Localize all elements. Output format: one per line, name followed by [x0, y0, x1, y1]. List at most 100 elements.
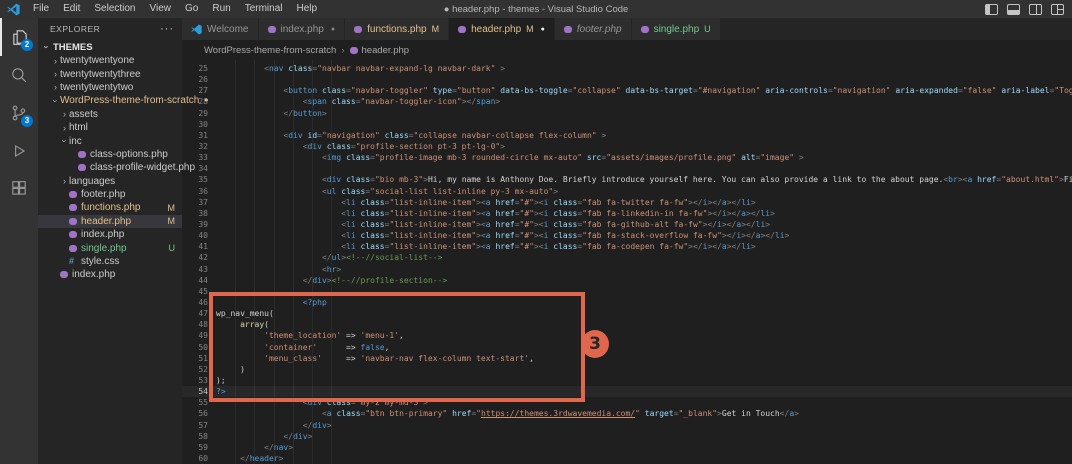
tree-item-header-php[interactable]: header.php M	[38, 214, 182, 229]
code-line-38[interactable]: 38 <li class="list-inline-item"><a href=…	[182, 208, 1072, 219]
code-line-25[interactable]: 25 <nav class="navbar navbar-expand-lg n…	[182, 63, 1072, 74]
code-line-43[interactable]: 43 <hr>	[182, 264, 1072, 275]
tree-item-languages[interactable]: › languages	[38, 175, 182, 188]
tree-item-class-options-php[interactable]: class-options.php	[38, 148, 182, 161]
code-line-55[interactable]: 55 <div class="my-2 my-md-3">	[182, 397, 1072, 408]
code-line-35[interactable]: 35 <div class="bio mb-3">Hi, my name is …	[182, 174, 1072, 185]
code-line-60[interactable]: 60 </header>	[182, 453, 1072, 464]
tree-item-twentytwentytwo[interactable]: › twentytwentytwo	[38, 81, 182, 94]
tree-item-class-profile-widget-php[interactable]: class-profile-widget.php	[38, 161, 195, 174]
breadcrumb-folder[interactable]: WordPress-theme-from-scratch	[204, 45, 336, 56]
code-line-44[interactable]: 44 </div><!--//profile-section-->	[182, 275, 1072, 286]
code-line-37[interactable]: 37 <li class="list-inline-item"><a href=…	[182, 197, 1072, 208]
code-line-26[interactable]: 26	[182, 74, 1072, 85]
line-number: 44	[198, 275, 208, 285]
tab-functions-php[interactable]: functions.php M	[345, 18, 450, 40]
code-text: <div class="my-2 my-md-3">	[216, 398, 428, 408]
code-line-29[interactable]: 29 </button>	[182, 108, 1072, 119]
tree-item-assets[interactable]: › assets	[38, 108, 182, 121]
layout-sidebar-left-icon[interactable]	[985, 3, 998, 15]
tree-item-twentytwentyone[interactable]: › twentytwentyone	[38, 54, 182, 67]
code-line-45[interactable]: 45	[182, 286, 1072, 297]
tab-header-php[interactable]: header.php M ●	[449, 18, 555, 40]
tree-item-footer-php[interactable]: footer.php	[38, 188, 182, 201]
code-line-34[interactable]: 34	[182, 163, 1072, 174]
code-line-48[interactable]: 48 array(	[182, 319, 1072, 330]
activity-search[interactable]	[0, 56, 38, 94]
layout-customize-icon[interactable]	[1051, 3, 1064, 15]
code-line-58[interactable]: 58 </div>	[182, 431, 1072, 442]
code-line-30[interactable]: 30	[182, 119, 1072, 130]
menu-run[interactable]: Run	[205, 0, 237, 18]
section-themes[interactable]: › THEMES	[38, 40, 182, 54]
line-number: 47	[198, 309, 208, 319]
tree-item-label: class-profile-widget.php	[90, 162, 196, 174]
code-line-57[interactable]: 57 </div>	[182, 420, 1072, 431]
menu-selection[interactable]: Selection	[87, 0, 142, 18]
code-line-41[interactable]: 41 <li class="list-inline-item"><a href=…	[182, 241, 1072, 252]
code-line-59[interactable]: 59 </nav>	[182, 442, 1072, 453]
tab-single-php[interactable]: single.php U	[631, 18, 721, 40]
activity-explorer[interactable]: 2	[0, 18, 38, 56]
menu-help[interactable]: Help	[290, 0, 325, 18]
tab-label: header.php	[471, 23, 522, 35]
tab-footer-php[interactable]: footer.php	[554, 18, 632, 40]
code-text: </button>	[216, 108, 327, 118]
code-line-28[interactable]: 28 <span class="navbar-toggler-icon"></s…	[182, 96, 1072, 107]
title-bar: File Edit Selection View Go Run Terminal Help ●…	[0, 0, 1072, 18]
tree-item-style-css[interactable]: # style.css	[38, 255, 182, 268]
unsaved-dot-icon[interactable]: ●	[541, 26, 545, 33]
tab-welcome[interactable]: Welcome	[182, 18, 259, 40]
code-area[interactable]: 25 <nav class="navbar navbar-expand-lg n…	[182, 60, 1072, 464]
code-line-52[interactable]: 52 )	[182, 364, 1072, 375]
breadcrumb-file[interactable]: header.php	[362, 45, 410, 56]
menu-go[interactable]: Go	[178, 0, 205, 18]
code-line-50[interactable]: 50 'container' => false,	[182, 342, 1072, 353]
menu-view[interactable]: View	[143, 0, 179, 18]
css-file-icon: #	[69, 256, 75, 267]
code-line-32[interactable]: 32 <div class="profile-section pt-3 pt-l…	[182, 141, 1072, 152]
code-lines: 25 <nav class="navbar navbar-expand-lg n…	[182, 63, 1072, 464]
tab-index-php[interactable]: index.php ●	[258, 18, 346, 40]
code-text: <nav class="navbar navbar-expand-lg navb…	[216, 64, 506, 73]
code-line-53[interactable]: 53);	[182, 375, 1072, 386]
activity-extensions[interactable]	[0, 170, 38, 208]
tree-item-wordpress-theme-from-scratch[interactable]: › WordPress-theme-from-scratch ●	[38, 94, 209, 107]
php-file-icon	[69, 244, 77, 252]
code-line-54[interactable]: 54 ?>	[182, 386, 1072, 398]
code-line-56[interactable]: 56 <a class="btn btn-primary" href="http…	[182, 408, 1072, 419]
tree-item-single-php[interactable]: single.php U	[38, 241, 182, 254]
code-line-27[interactable]: 27 <button class="navbar-toggler" type="…	[182, 85, 1072, 96]
layout-panel-icon[interactable]	[1007, 3, 1020, 15]
code-line-36[interactable]: 36 <ul class="social-list list-inline py…	[182, 186, 1072, 197]
tree-item-twentytwentythree[interactable]: › twentytwentythree	[38, 67, 182, 80]
menu-terminal[interactable]: Terminal	[238, 0, 290, 18]
explorer-sidebar: EXPLORER ··· › THEMES › twentytwentyone › t…	[38, 18, 209, 464]
more-actions-icon[interactable]: ···	[160, 23, 174, 35]
code-line-39[interactable]: 39 <li class="list-inline-item"><a href=…	[182, 219, 1072, 230]
code-line-33[interactable]: 33 <img class="profile-image mb-3 rounde…	[182, 152, 1072, 163]
explorer-badge: 2	[21, 39, 33, 51]
tree-item-index-php[interactable]: index.php	[38, 228, 182, 241]
code-line-42[interactable]: 42 </ul><!--//social-list-->	[182, 252, 1072, 263]
code-line-49[interactable]: 49 'theme_location' => 'menu-1',	[182, 330, 1072, 341]
code-line-46[interactable]: 46 <?php	[182, 297, 1072, 308]
code-line-40[interactable]: 40 <li class="list-inline-item"><a href=…	[182, 230, 1072, 241]
tree-item-html[interactable]: › html	[38, 121, 182, 134]
menu-file[interactable]: File	[26, 0, 56, 18]
code-line-51[interactable]: 51 'menu_class' => 'navbar-nav flex-colu…	[182, 353, 1072, 364]
tree-item-inc[interactable]: › inc	[38, 134, 182, 147]
tree-item-functions-php[interactable]: functions.php M	[38, 201, 182, 214]
code-line-31[interactable]: 31 <div id="navigation" class="collapse …	[182, 130, 1072, 141]
line-number: 50	[198, 342, 208, 352]
code-line-47[interactable]: 47 wp_nav_menu(	[182, 308, 1072, 319]
activity-source-control[interactable]: 3	[0, 94, 38, 132]
menu-edit[interactable]: Edit	[56, 0, 87, 18]
tree-item-index-php[interactable]: index.php	[38, 268, 182, 281]
layout-sidebar-right-icon[interactable]	[1029, 3, 1042, 15]
activity-run-debug[interactable]	[0, 132, 38, 170]
unsaved-dot-icon[interactable]: ●	[331, 26, 335, 33]
line-number: 55	[198, 398, 208, 408]
line-number: 51	[198, 353, 208, 363]
